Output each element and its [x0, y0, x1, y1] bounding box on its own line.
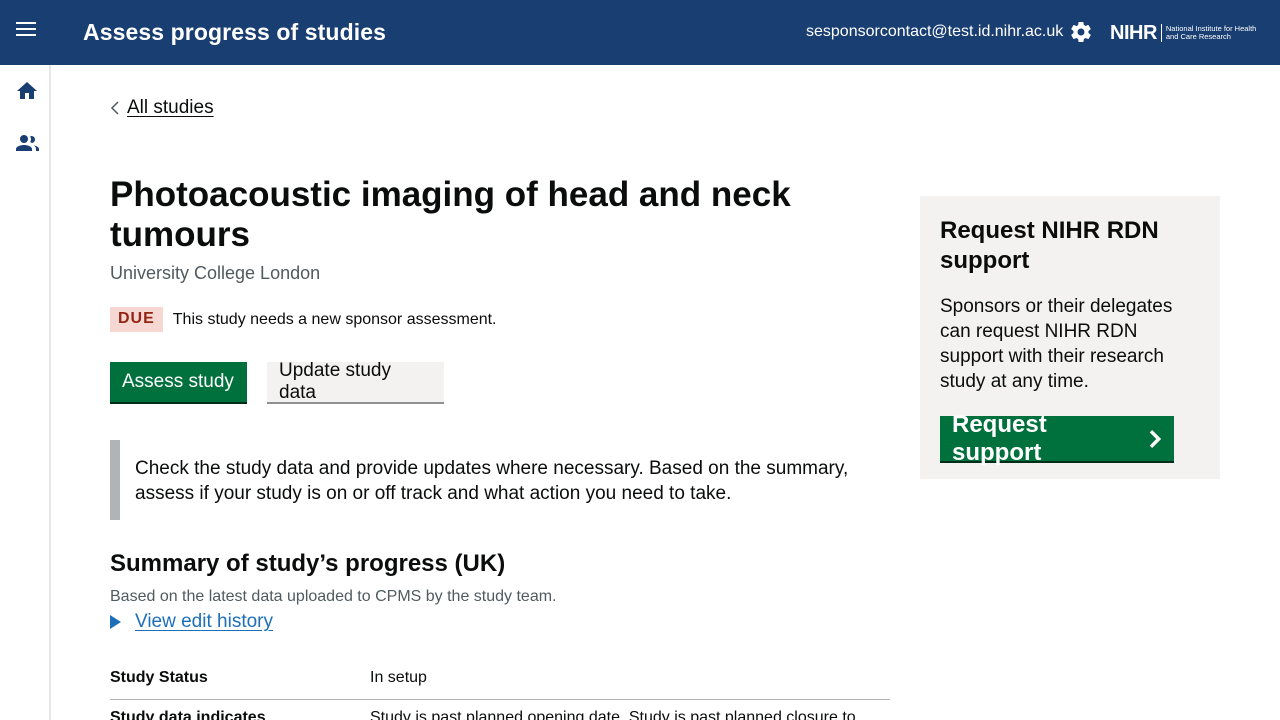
- view-edit-history-toggle[interactable]: View edit history: [110, 611, 273, 633]
- home-icon[interactable]: [15, 79, 39, 103]
- logo-mark: NIHR: [1110, 21, 1157, 44]
- gear-icon[interactable]: [1069, 20, 1093, 44]
- summary-key: Study Status: [110, 669, 208, 686]
- support-panel-title: Request NIHR RDN support: [940, 217, 1159, 274]
- view-edit-history-link[interactable]: View edit history: [135, 611, 273, 633]
- assess-study-button[interactable]: Assess study: [110, 362, 247, 402]
- summary-subtitle: Based on the latest data uploaded to CPM…: [110, 588, 557, 605]
- status-message: This study needs a new sponsor assessmen…: [172, 310, 497, 328]
- inset-text: Check the study data and provide updates…: [110, 440, 890, 520]
- update-study-data-button[interactable]: Update study data: [267, 360, 444, 403]
- triangle-right-icon: [110, 615, 121, 629]
- chevron-right-icon: [1150, 429, 1162, 448]
- app-title: Assess progress of studies: [83, 19, 386, 45]
- summary-row: Study data indicates Study is past plann…: [110, 709, 890, 720]
- all-studies-link[interactable]: All studies: [127, 97, 214, 119]
- status-row: DUE This study needs a new sponsor asses…: [110, 307, 497, 332]
- people-icon[interactable]: [15, 131, 39, 155]
- chevron-left-icon: [110, 101, 119, 115]
- menu-icon[interactable]: [16, 22, 38, 44]
- study-title: Photoacoustic imaging of head and neck t…: [110, 175, 791, 254]
- user-email: sesponsorcontact@test.id.nihr.ac.uk: [806, 23, 1064, 40]
- sidebar: [0, 65, 51, 720]
- summary-value: In setup: [370, 669, 427, 686]
- nihr-logo: NIHR National Institute for Health and C…: [1110, 18, 1266, 48]
- support-panel-text: Sponsors or their delegates can request …: [940, 296, 1173, 392]
- top-header: Assess progress of studies sesponsorcont…: [0, 0, 1280, 65]
- summary-key: Study data indicates: [110, 709, 266, 720]
- logo-divider: [1160, 24, 1162, 42]
- summary-row: Study Status In setup: [110, 669, 890, 700]
- request-support-button[interactable]: Request support: [940, 411, 1174, 466]
- logo-text: National Institute for Health and Care R…: [1165, 23, 1257, 41]
- summary-title: Summary of study’s progress (UK): [110, 550, 506, 577]
- study-organisation: University College London: [110, 263, 321, 283]
- support-panel: Request NIHR RDN support Sponsors or the…: [920, 196, 1220, 479]
- status-badge: DUE: [110, 307, 163, 332]
- request-support-label: Request support: [952, 410, 1047, 466]
- back-link[interactable]: All studies: [110, 97, 214, 119]
- summary-value: Study is past planned opening date. Stud…: [370, 709, 856, 720]
